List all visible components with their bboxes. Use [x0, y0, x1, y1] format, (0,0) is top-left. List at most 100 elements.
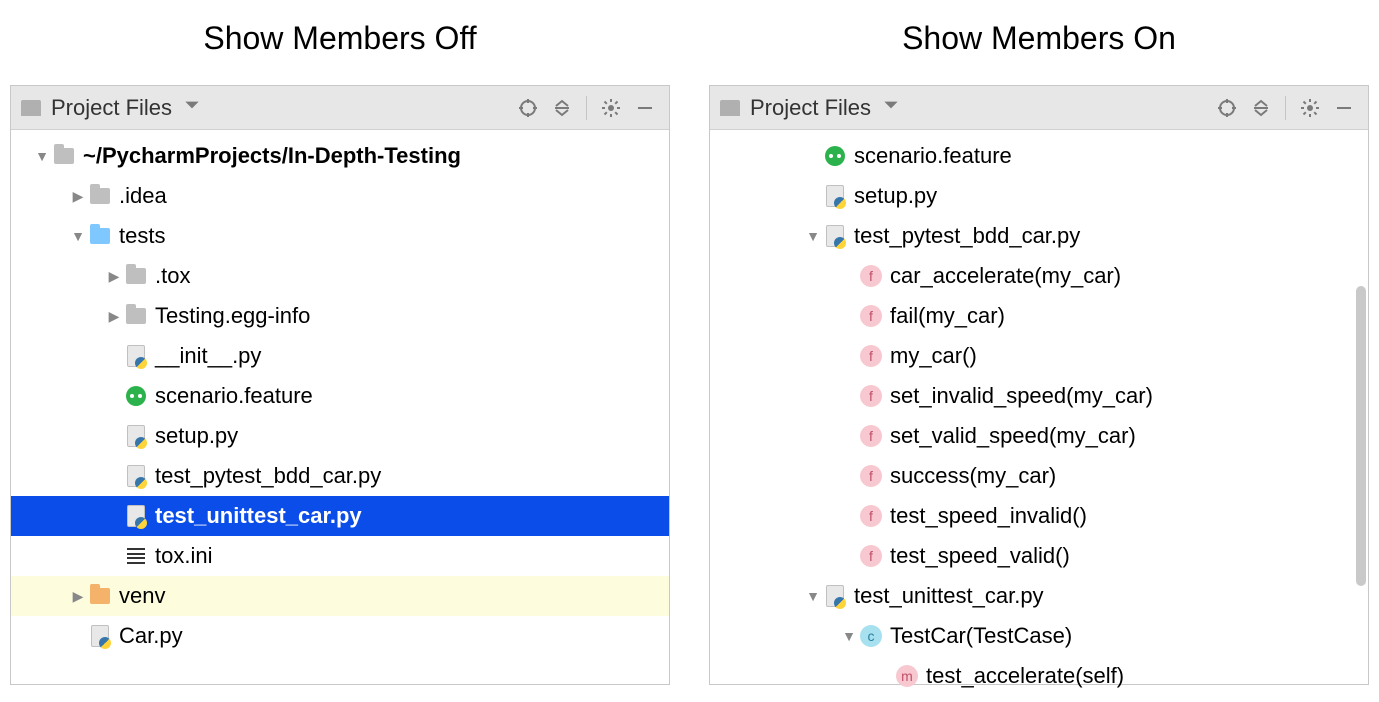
gear-icon[interactable] — [1296, 94, 1324, 122]
toolbar-right: Project Files — [710, 86, 1368, 130]
function-badge-icon: f — [860, 505, 882, 527]
tree-item-bdd[interactable]: ▼ test_pytest_bdd_car.py — [710, 216, 1368, 256]
class-badge-icon: c — [860, 625, 882, 647]
tree-label: scenario.feature — [155, 383, 313, 409]
tree-member-function[interactable]: ▶ f car_accelerate(my_car) — [710, 256, 1368, 296]
tree-item-setup[interactable]: ▶ setup.py — [11, 416, 669, 456]
tree-item-venv[interactable]: ▶ venv — [11, 576, 669, 616]
project-panel-left: Project Files ▼ ~/PycharmProjects/In-Dep… — [10, 85, 670, 685]
tree-label: setup.py — [854, 183, 937, 209]
tree-item-feature[interactable]: ▶ scenario.feature — [710, 136, 1368, 176]
tree-label: __init__.py — [155, 343, 261, 369]
python-file-icon — [824, 185, 846, 207]
tree-member-function[interactable]: ▶ f test_speed_invalid() — [710, 496, 1368, 536]
chevron-down-icon[interactable]: ▼ — [802, 228, 824, 244]
folder-icon — [125, 305, 147, 327]
tree-label: set_invalid_speed(my_car) — [890, 383, 1153, 409]
project-view-label[interactable]: Project Files — [51, 95, 172, 121]
tree-label: tests — [119, 223, 165, 249]
scrollbar[interactable] — [1356, 286, 1366, 586]
python-file-icon — [125, 465, 147, 487]
python-file-icon — [125, 345, 147, 367]
function-badge-icon: f — [860, 425, 882, 447]
chevron-right-icon[interactable]: ▶ — [67, 588, 89, 605]
chevron-right-icon[interactable]: ▶ — [67, 188, 89, 205]
cucumber-icon — [824, 145, 846, 167]
tree-member-function[interactable]: ▶ f set_valid_speed(my_car) — [710, 416, 1368, 456]
tree-item-bdd[interactable]: ▶ test_pytest_bdd_car.py — [11, 456, 669, 496]
tree-member-function[interactable]: ▶ f my_car() — [710, 336, 1368, 376]
folder-icon — [89, 225, 111, 247]
project-tree-left: ▼ ~/PycharmProjects/In-Depth-Testing ▶ .… — [11, 130, 669, 662]
python-file-icon — [125, 425, 147, 447]
tree-label: Testing.egg-info — [155, 303, 310, 329]
collapse-all-icon[interactable] — [548, 94, 576, 122]
toolbar-divider — [586, 96, 587, 120]
locate-icon[interactable] — [1213, 94, 1241, 122]
function-badge-icon: f — [860, 545, 882, 567]
chevron-down-icon[interactable]: ▼ — [802, 588, 824, 604]
toolbar-left: Project Files — [11, 86, 669, 130]
project-panel-right: Project Files ▶ scenario.feature ▶ setup… — [709, 85, 1369, 685]
tree-item-car[interactable]: ▶ Car.py — [11, 616, 669, 656]
tree-label: ~/PycharmProjects/In-Depth-Testing — [83, 143, 461, 169]
tree-item-unittest[interactable]: ▼ test_unittest_car.py — [710, 576, 1368, 616]
title-left: Show Members Off — [10, 20, 670, 57]
chevron-down-icon[interactable] — [881, 95, 901, 121]
function-badge-icon: f — [860, 345, 882, 367]
python-file-icon — [89, 625, 111, 647]
minimize-icon[interactable] — [1330, 94, 1358, 122]
project-view-label[interactable]: Project Files — [750, 95, 871, 121]
folder-icon — [89, 185, 111, 207]
tree-label: test_pytest_bdd_car.py — [854, 223, 1080, 249]
tree-label: test_pytest_bdd_car.py — [155, 463, 381, 489]
folder-icon — [53, 145, 75, 167]
tree-label: .idea — [119, 183, 167, 209]
tree-item-toxini[interactable]: ▶ tox.ini — [11, 536, 669, 576]
tree-label: scenario.feature — [854, 143, 1012, 169]
chevron-down-icon[interactable] — [182, 95, 202, 121]
tree-item-setup[interactable]: ▶ setup.py — [710, 176, 1368, 216]
ini-file-icon — [125, 545, 147, 567]
title-right: Show Members On — [709, 20, 1369, 57]
tree-item-idea[interactable]: ▶ .idea — [11, 176, 669, 216]
chevron-right-icon[interactable]: ▶ — [103, 308, 125, 325]
project-tree-right: ▶ scenario.feature ▶ setup.py ▼ test_pyt… — [710, 130, 1368, 702]
minimize-icon[interactable] — [631, 94, 659, 122]
chevron-down-icon[interactable]: ▼ — [838, 628, 860, 644]
tree-member-function[interactable]: ▶ f test_speed_valid() — [710, 536, 1368, 576]
gear-icon[interactable] — [597, 94, 625, 122]
chevron-down-icon[interactable]: ▼ — [67, 228, 89, 244]
tree-label: test_speed_invalid() — [890, 503, 1087, 529]
python-file-icon — [824, 225, 846, 247]
folder-icon — [89, 585, 111, 607]
tree-label: .tox — [155, 263, 190, 289]
tree-label: test_unittest_car.py — [854, 583, 1044, 609]
tree-item-egginfo[interactable]: ▶ Testing.egg-info — [11, 296, 669, 336]
tree-member-function[interactable]: ▶ f set_invalid_speed(my_car) — [710, 376, 1368, 416]
tree-label: tox.ini — [155, 543, 212, 569]
tree-member-class[interactable]: ▼ c TestCar(TestCase) — [710, 616, 1368, 656]
tree-label: test_unittest_car.py — [155, 503, 362, 529]
tree-member-method[interactable]: ▶ m test_accelerate(self) — [710, 656, 1368, 696]
tree-label: success(my_car) — [890, 463, 1056, 489]
tree-label: Car.py — [119, 623, 183, 649]
method-badge-icon: m — [896, 665, 918, 687]
tree-member-function[interactable]: ▶ f fail(my_car) — [710, 296, 1368, 336]
tree-item-init[interactable]: ▶ __init__.py — [11, 336, 669, 376]
locate-icon[interactable] — [514, 94, 542, 122]
python-file-icon — [125, 505, 147, 527]
chevron-right-icon[interactable]: ▶ — [103, 268, 125, 285]
function-badge-icon: f — [860, 385, 882, 407]
tree-label: test_speed_valid() — [890, 543, 1070, 569]
tree-root[interactable]: ▼ ~/PycharmProjects/In-Depth-Testing — [11, 136, 669, 176]
tree-item-tox[interactable]: ▶ .tox — [11, 256, 669, 296]
tree-item-unittest-selected[interactable]: ▶ test_unittest_car.py — [11, 496, 669, 536]
tree-item-feature[interactable]: ▶ scenario.feature — [11, 376, 669, 416]
tree-label: fail(my_car) — [890, 303, 1005, 329]
chevron-down-icon[interactable]: ▼ — [31, 148, 53, 164]
python-file-icon — [824, 585, 846, 607]
tree-item-tests[interactable]: ▼ tests — [11, 216, 669, 256]
collapse-all-icon[interactable] — [1247, 94, 1275, 122]
tree-member-function[interactable]: ▶ f success(my_car) — [710, 456, 1368, 496]
